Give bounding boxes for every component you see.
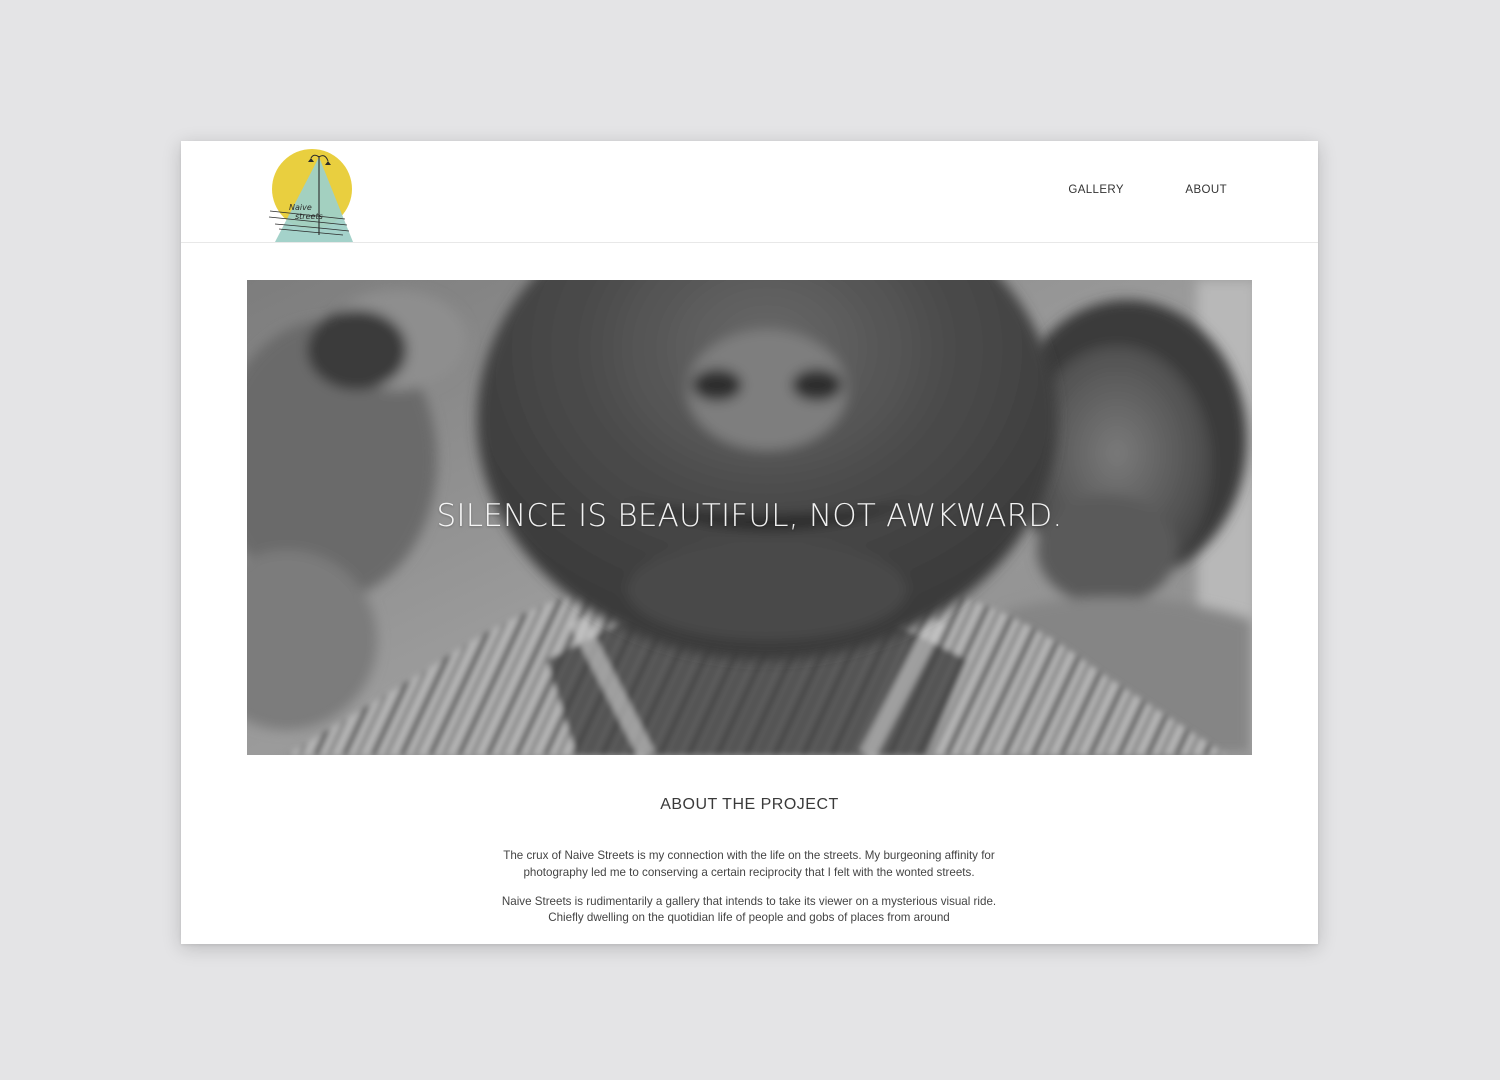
about-section-body: The crux of Naive Streets is my connecti… xyxy=(499,848,999,939)
website-screenshot-frame: Naive streets GALLERY ABOUT SILENCE IS B… xyxy=(181,141,1318,944)
about-paragraph: The crux of Naive Streets is my connecti… xyxy=(503,849,995,879)
svg-text:Naive: Naive xyxy=(289,203,312,212)
about-paragraph: Naive Streets is rudimentarily a gallery… xyxy=(501,894,997,925)
about-section-title: ABOUT THE PROJECT xyxy=(660,796,839,813)
svg-text:streets: streets xyxy=(295,212,323,221)
site-header: Naive streets GALLERY ABOUT xyxy=(181,141,1318,243)
nav-link-about[interactable]: ABOUT xyxy=(1185,184,1227,196)
hero-banner: SILENCE IS BEAUTIFUL, NOT AWKWARD. xyxy=(247,280,1252,755)
hero-quote: SILENCE IS BEAUTIFUL, NOT AWKWARD. xyxy=(436,498,1063,534)
naive-streets-logo-icon: Naive streets xyxy=(268,149,353,242)
site-logo[interactable]: Naive streets xyxy=(267,149,357,242)
nav-link-gallery[interactable]: GALLERY xyxy=(1068,184,1124,196)
